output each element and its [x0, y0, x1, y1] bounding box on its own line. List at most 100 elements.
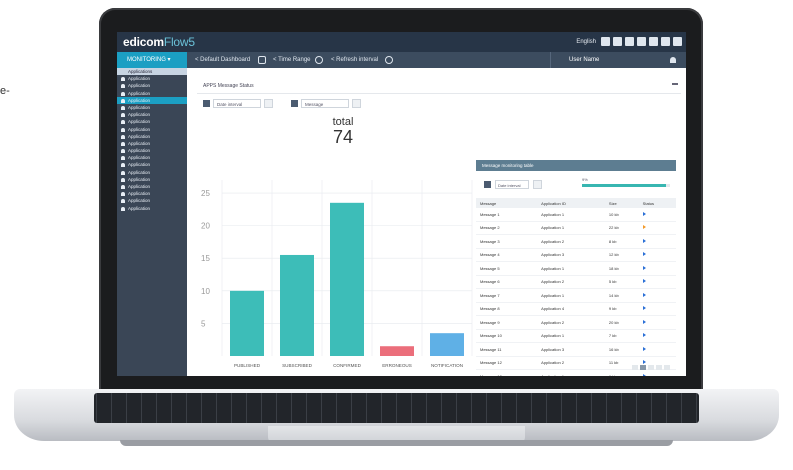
table-row[interactable]: Message 2 Application 1 22 kb	[476, 221, 676, 235]
table-row[interactable]: Message 10 Application 17 kb	[476, 329, 676, 343]
status-arrow-icon[interactable]	[642, 306, 646, 311]
status-arrow-icon[interactable]	[642, 238, 646, 243]
status-arrow-icon[interactable]	[642, 292, 646, 297]
sidebar-item[interactable]: Application	[117, 82, 187, 89]
sidebar-item[interactable]: Application	[117, 104, 187, 111]
status-arrow-icon[interactable]	[642, 211, 646, 216]
column-header[interactable]: Status	[638, 198, 676, 208]
bar-notification[interactable]	[430, 333, 464, 356]
status-cell[interactable]	[638, 234, 676, 249]
sidebar-item[interactable]: Application	[117, 147, 187, 154]
refresh-icon[interactable]	[385, 56, 393, 64]
date-dropdown-button[interactable]	[264, 99, 273, 108]
status-arrow-icon[interactable]	[642, 360, 646, 365]
user-name[interactable]: User Name	[569, 52, 599, 68]
sidebar-item[interactable]: Application	[117, 118, 187, 125]
message-table: Message Application ID Size Status Message …	[476, 198, 676, 376]
status-arrow-icon[interactable]	[642, 252, 646, 257]
status-cell[interactable]	[638, 288, 676, 303]
nav-default-dashboard[interactable]: < Default Dashboard	[195, 52, 250, 68]
status-arrow-icon[interactable]	[642, 225, 646, 230]
nav-bar: MONITORING ▾ < Default Dashboard < Time …	[117, 52, 686, 68]
menu-icon[interactable]	[673, 37, 682, 46]
column-header[interactable]: Application ID	[537, 198, 605, 208]
table-row[interactable]: Message 6 Application 25 kb	[476, 275, 676, 289]
table-row[interactable]: Message 4 Application 3 12 kb	[476, 248, 676, 262]
column-header[interactable]: Message	[476, 198, 538, 208]
sidebar-item[interactable]: Application	[117, 90, 187, 97]
sidebar-item-label: Application	[128, 198, 151, 204]
status-arrow-icon[interactable]	[642, 265, 646, 270]
status-cell[interactable]	[638, 329, 676, 343]
sidebar-item[interactable]: Application	[117, 154, 187, 161]
module-select[interactable]: MONITORING ▾	[117, 52, 187, 68]
sidebar-item[interactable]: Application	[117, 96, 187, 104]
nav-refresh-interval[interactable]: < Refresh interval	[331, 52, 378, 68]
sidebar-item[interactable]: Application	[117, 126, 187, 133]
message-select[interactable]: Message	[301, 99, 349, 108]
status-cell[interactable]	[638, 208, 676, 222]
status-arrow-icon[interactable]	[642, 279, 646, 284]
status-arrow-icon[interactable]	[642, 346, 646, 351]
sidebar-item[interactable]: Application	[117, 205, 187, 212]
table-date-select[interactable]: Date interval	[495, 180, 529, 189]
table-row[interactable]: Message 8 Application 49 kb	[476, 302, 676, 316]
table-row[interactable]: Message 11 Application 3 16 kb	[476, 342, 676, 357]
table-cell: Application 1	[537, 208, 605, 222]
status-cell[interactable]	[638, 369, 676, 376]
page-current[interactable]	[640, 365, 646, 370]
bar-subscribed[interactable]	[280, 254, 314, 356]
settings-icon[interactable]	[613, 37, 622, 46]
status-cell[interactable]	[638, 275, 676, 289]
bell-icon[interactable]	[670, 57, 676, 63]
table-row[interactable]: Message 13Application 16 kb	[476, 369, 676, 376]
nav-time-range[interactable]: < Time Range	[273, 52, 311, 68]
page-next[interactable]	[664, 365, 670, 370]
status-cell[interactable]	[638, 315, 676, 330]
sidebar-item-label: Application	[128, 83, 151, 89]
clock-icon[interactable]	[315, 56, 323, 64]
sidebar-item[interactable]: Application	[117, 169, 187, 176]
table-row[interactable]: Message 1 Application 1 10 kb	[476, 208, 676, 222]
table-row[interactable]: Message 9 Application 2 20 kb	[476, 315, 676, 330]
page-3[interactable]	[656, 365, 662, 370]
info-icon[interactable]	[625, 37, 634, 46]
collapse-icon[interactable]	[672, 83, 678, 85]
language-select[interactable]: English	[576, 39, 596, 45]
message-dropdown-button[interactable]	[352, 99, 361, 108]
status-cell[interactable]	[638, 221, 676, 235]
sidebar-item[interactable]: Application	[117, 176, 187, 183]
sidebar-header[interactable]: Applications	[117, 68, 187, 76]
sidebar-item[interactable]: Application	[117, 197, 187, 204]
dashboard-icon[interactable]	[258, 56, 266, 64]
status-cell[interactable]	[638, 261, 676, 276]
sidebar-item[interactable]: Application	[117, 140, 187, 147]
list-icon[interactable]	[661, 37, 670, 46]
table-row[interactable]: Message 5 Application 1 18 kb	[476, 261, 676, 276]
table-row[interactable]: Message 3 Application 28 kb	[476, 234, 676, 249]
column-header[interactable]: Size	[604, 198, 639, 208]
status-arrow-icon[interactable]	[642, 333, 646, 338]
status-cell[interactable]	[638, 302, 676, 316]
status-cell[interactable]	[638, 248, 676, 262]
date-interval-select[interactable]: Date interval	[213, 99, 261, 108]
page-prev[interactable]	[632, 365, 638, 370]
window-icon[interactable]	[649, 37, 658, 46]
grid-icon[interactable]	[601, 37, 610, 46]
page-2[interactable]	[648, 365, 654, 370]
sidebar-item[interactable]: Application	[117, 183, 187, 190]
status-cell[interactable]	[638, 342, 676, 357]
sidebar-item[interactable]: Application	[117, 190, 187, 197]
table-date-button[interactable]	[533, 180, 542, 189]
status-arrow-icon[interactable]	[642, 319, 646, 324]
table-row[interactable]: Message 7 Application 1 14 kb	[476, 288, 676, 303]
sidebar-item[interactable]: Application	[117, 161, 187, 168]
bar-confirmed[interactable]	[330, 202, 364, 356]
status-arrow-icon[interactable]	[642, 373, 646, 376]
sidebar-item[interactable]: Application	[117, 75, 187, 82]
sidebar-item[interactable]: Application	[117, 133, 187, 140]
bar-erroneous[interactable]	[380, 346, 414, 356]
sidebar-item[interactable]: Application	[117, 111, 187, 118]
help-icon[interactable]	[637, 37, 646, 46]
bar-published[interactable]	[230, 290, 264, 356]
